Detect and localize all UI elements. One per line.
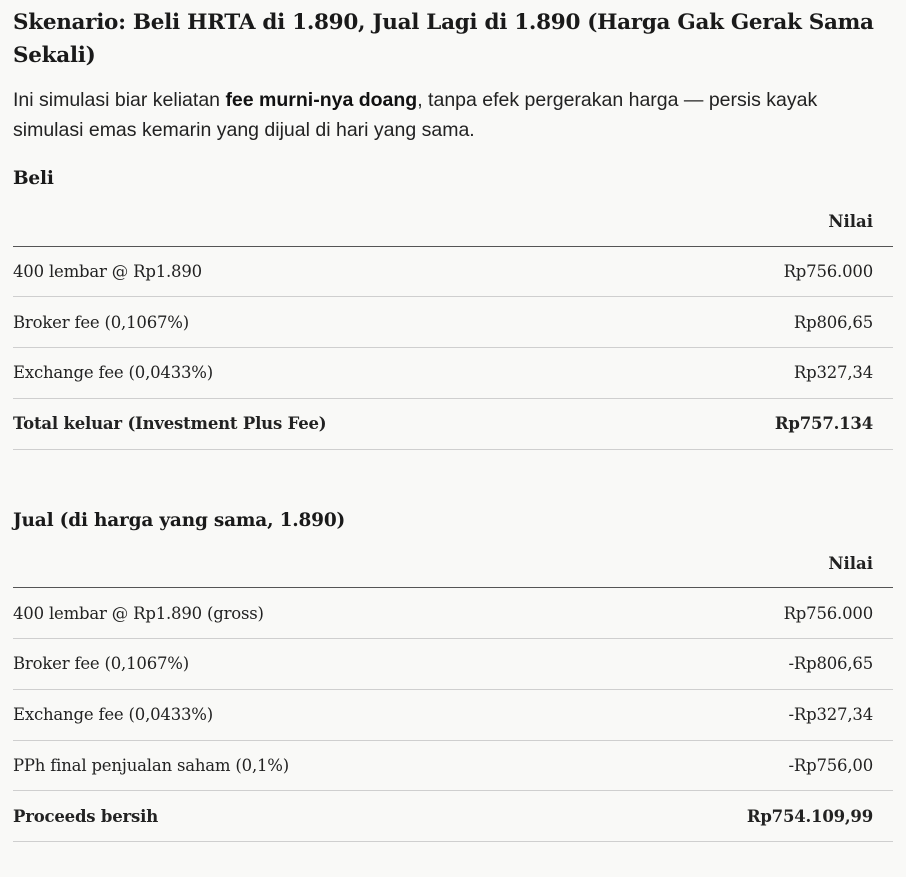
row-label: Total keluar (Investment Plus Fee) <box>13 398 653 450</box>
row-value: -Rp756,00 <box>588 740 893 792</box>
row-label: PPh final penjualan saham (0,1%) <box>13 740 589 792</box>
row-value: Rp806,65 <box>652 296 893 349</box>
row-label: 400 lembar @ Rp1.890 (gross) <box>13 587 589 639</box>
section-heading-beli: Beli <box>13 168 54 189</box>
row-value: Rp757.134 <box>652 398 893 450</box>
row-value: -Rp806,65 <box>588 638 893 690</box>
column-header-label <box>13 539 589 589</box>
jual-table: Nilai 400 lembar @ Rp1.890 (gross) Rp756… <box>13 539 893 843</box>
table-header-row: Nilai <box>13 539 893 589</box>
row-label: Exchange fee (0,0433%) <box>13 347 653 399</box>
intro-paragraph: Ini simulasi biar keliatan fee murni-nya… <box>13 85 823 145</box>
row-label: Exchange fee (0,0433%) <box>13 689 589 741</box>
table-row-total: Total keluar (Investment Plus Fee) Rp757… <box>13 398 893 450</box>
table-row: Broker fee (0,1067%) -Rp806,65 <box>13 638 893 690</box>
row-label: Proceeds bersih <box>13 790 589 843</box>
table-row: PPh final penjualan saham (0,1%) -Rp756,… <box>13 740 893 792</box>
intro-bold: fee murni-nya doang <box>225 89 418 111</box>
table-row: Exchange fee (0,0433%) -Rp327,34 <box>13 689 893 741</box>
table-row: 400 lembar @ Rp1.890 (gross) Rp756.000 <box>13 587 893 639</box>
table-row: Broker fee (0,1067%) Rp806,65 <box>13 296 893 349</box>
row-value: Rp754.109,99 <box>588 790 893 843</box>
row-value: Rp756.000 <box>652 246 893 298</box>
table-header-row: Nilai <box>13 198 893 247</box>
row-label: Broker fee (0,1067%) <box>13 296 653 349</box>
intro-prefix: Ini simulasi biar keliatan <box>13 89 226 111</box>
document: Skenario: Beli HRTA di 1.890, Jual Lagi … <box>13 6 893 843</box>
table-row-total: Proceeds bersih Rp754.109,99 <box>13 790 893 843</box>
section-heading-jual: Jual (di harga yang sama, 1.890) <box>13 509 346 531</box>
row-label: 400 lembar @ Rp1.890 <box>13 246 653 298</box>
table-row: Exchange fee (0,0433%) Rp327,34 <box>13 347 893 399</box>
row-label: Broker fee (0,1067%) <box>13 638 589 690</box>
table-row: 400 lembar @ Rp1.890 Rp756.000 <box>13 246 893 298</box>
beli-table: Nilai 400 lembar @ Rp1.890 Rp756.000 Bro… <box>13 198 893 450</box>
column-header-nilai: Nilai <box>588 539 893 589</box>
row-value: -Rp327,34 <box>588 689 893 741</box>
column-header-nilai: Nilai <box>652 198 893 247</box>
row-value: Rp327,34 <box>652 347 893 399</box>
page-title: Skenario: Beli HRTA di 1.890, Jual Lagi … <box>13 10 874 68</box>
column-header-label <box>13 198 653 247</box>
row-value: Rp756.000 <box>588 587 893 639</box>
